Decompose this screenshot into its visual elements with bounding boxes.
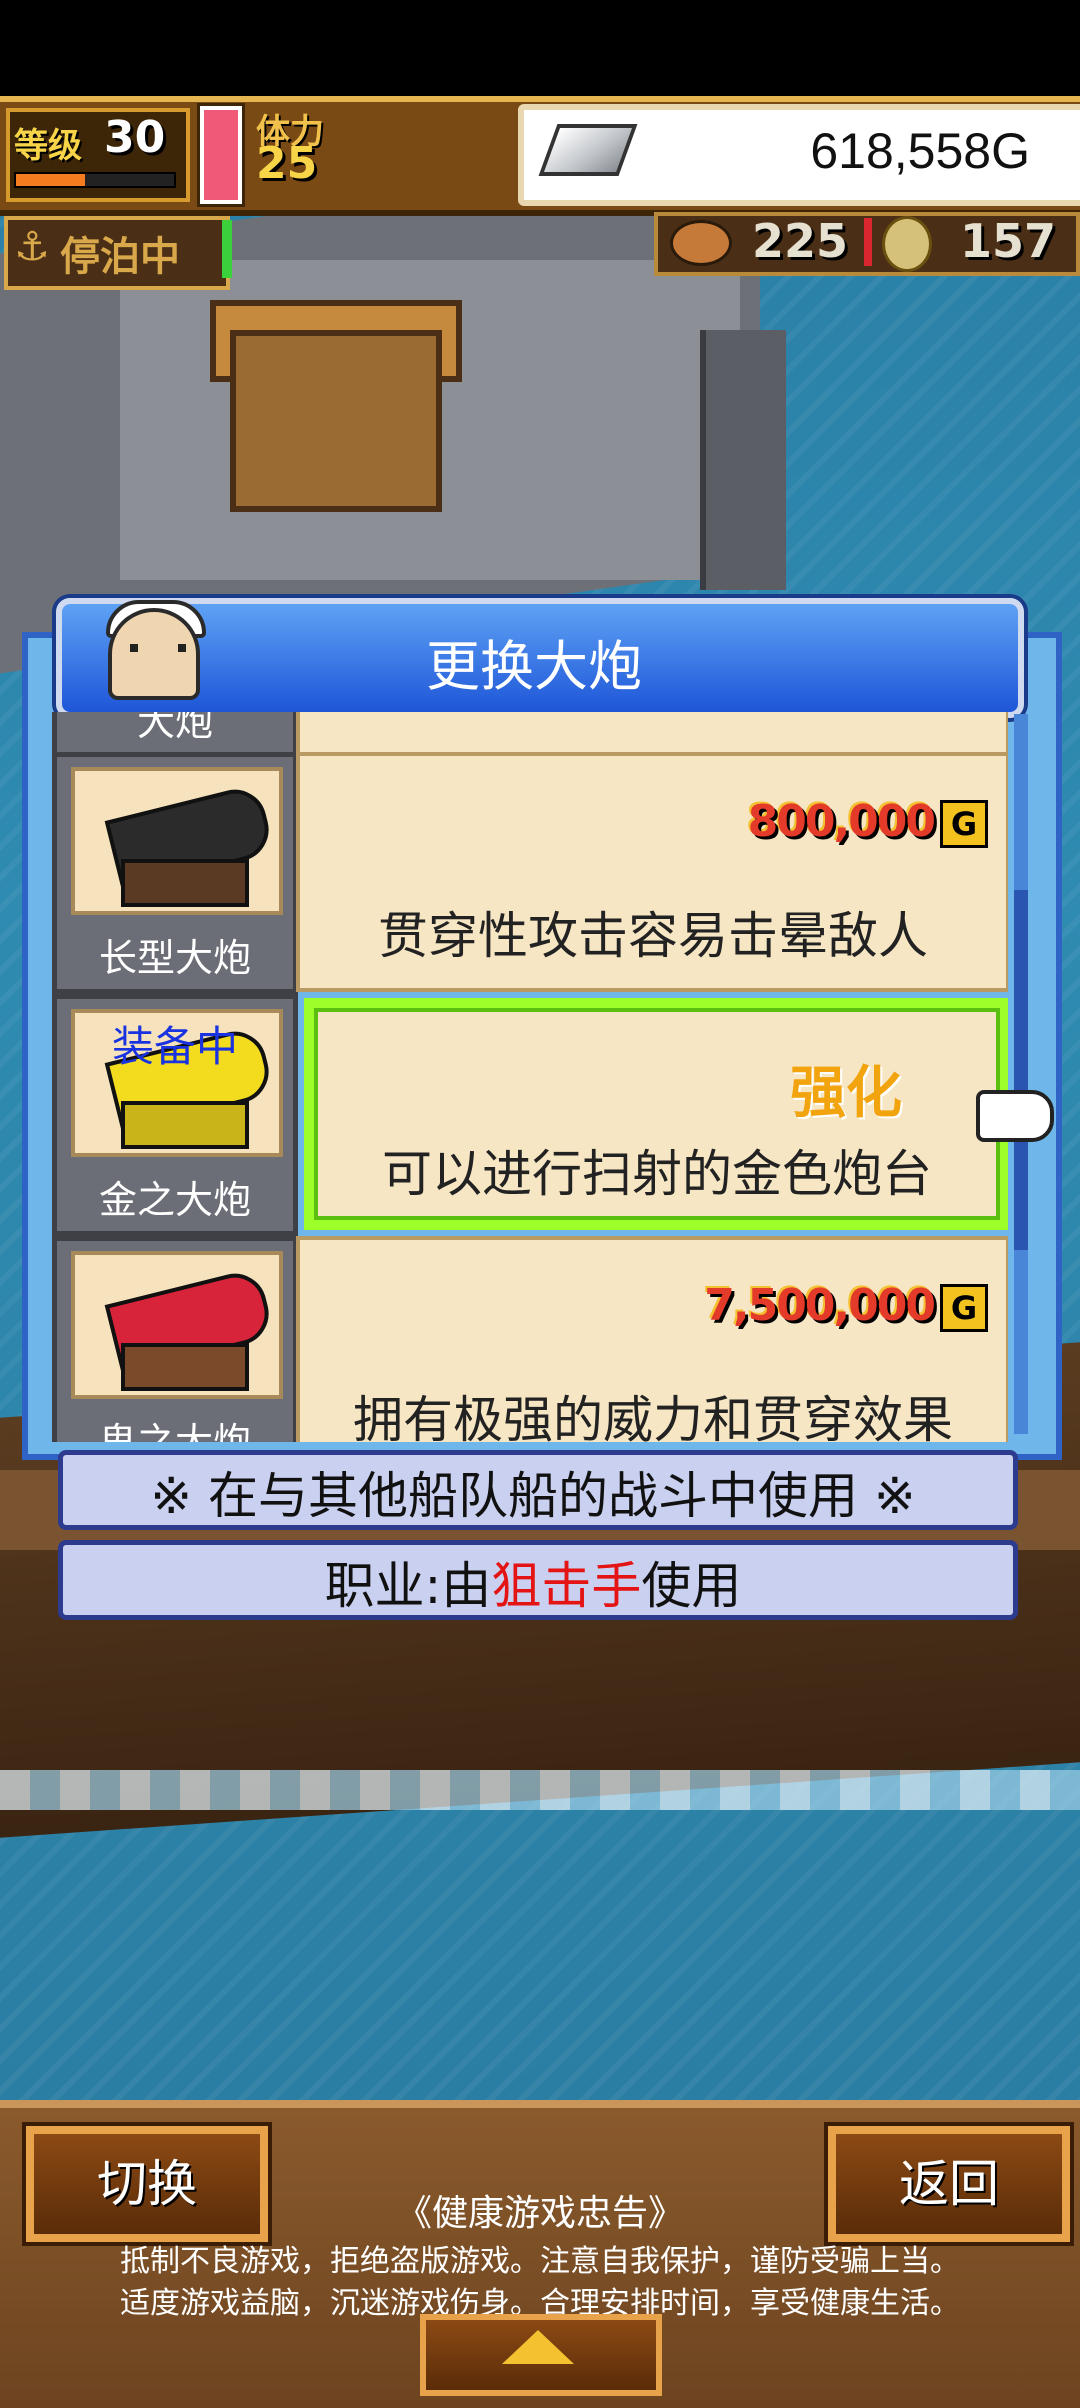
cannon-description: 拥有极强的威力和贯穿效果 [353,1391,953,1442]
cannon-name: 金之大炮 [98,1178,251,1222]
anchor-status-indicator [222,220,232,278]
job-note-suffix: 使用 [641,1557,742,1615]
level-value: 30 [104,112,166,163]
cannon-image [71,767,283,915]
gold-currency-icon: G [940,1284,988,1332]
food-amount: 225 [752,214,849,268]
job-name: 狙击手 [491,1557,642,1615]
wave-foam [0,1770,1080,1810]
equipped-badge: 装备中 [111,1022,238,1071]
cannon-name: 鬼之大炮 [98,1420,251,1442]
cannon-card[interactable]: 800,000 G 贯穿性攻击容易击晕敌人 [296,752,1008,992]
list-item-partial[interactable]: 大炮 [46,712,1008,758]
resource-divider [864,218,872,266]
list-item-golden-cannon[interactable]: 装备中 金之大炮 强化 可以进行扫射的金色炮台 [46,994,1008,1236]
cannon-description: 贯穿性攻击容易击晕敌人 [378,907,928,965]
gold-amount: 618,558G [810,123,1030,179]
list-item-demon-cannon[interactable]: 鬼之大炮 7,500,000 G 拥有极强的威力和贯穿效果 [46,1236,1008,1442]
stamina-gauge [200,106,242,204]
job-note-prefix: 职业:由 [324,1557,492,1615]
cannon-carriage-icon [121,1101,249,1149]
medal-coin-icon [882,216,932,272]
level-label: 等级 [14,126,82,166]
battle-note: ※ 在与其他船队船的战斗中使用 ※ [150,1467,916,1525]
cannon-thumb: 装备中 金之大炮 [52,994,298,1236]
cannon-thumb: 长型大炮 [52,752,298,994]
gold-currency-icon: G [940,800,988,848]
cannon-price: 800,000 [747,796,936,847]
cannon-name: 大炮 [136,712,213,744]
upgrade-button[interactable]: 强化 [790,1048,902,1129]
cannon-list[interactable]: 大炮 长型大炮 800,000 G 贯穿性攻击容易击晕敌人 装备中 金之大炮 强… [46,712,1008,1442]
cannon-description: 可以进行扫射的金色炮台 [382,1145,932,1203]
cannon-card-selected[interactable]: 强化 可以进行扫射的金色炮台 [304,998,1008,1230]
harbor-wall [700,330,786,590]
cannon-image [71,1251,283,1399]
up-arrow-icon[interactable] [502,2330,574,2364]
cannon-carriage-icon [121,1343,249,1391]
list-item-long-cannon[interactable]: 长型大炮 800,000 G 贯穿性攻击容易击晕敌人 [46,752,1008,994]
health-advice-title: 《健康游戏忠告》 [395,2193,684,2234]
pointing-hand-icon [976,1090,1054,1142]
health-advice-line1: 抵制不良游戏，拒绝盗版游戏。注意自我保护，谨防受骗上当。 [120,2244,960,2279]
list-scrollbar-thumb[interactable] [1014,890,1028,1250]
shop-building [230,330,442,512]
anchor-icon: ⚓ [14,224,50,270]
level-progress-fill [16,174,85,186]
coin-amount: 157 [960,214,1057,268]
cannon-card[interactable] [296,712,1008,756]
job-note: 职业:由狙击手使用 [58,1546,1008,1618]
cannon-carriage-icon [121,859,249,907]
cannon-card[interactable]: 7,500,000 G 拥有极强的威力和贯穿效果 [296,1236,1008,1442]
meat-icon [670,220,732,266]
cannon-thumb: 鬼之大炮 [52,1236,298,1442]
stamina-value: 25 [256,138,318,189]
dialog-title: 更换大炮 [426,635,642,698]
cannon-name: 长型大炮 [98,936,251,980]
anchor-status-label: 停泊中 [60,234,180,280]
cannon-price: 7,500,000 [704,1280,936,1331]
